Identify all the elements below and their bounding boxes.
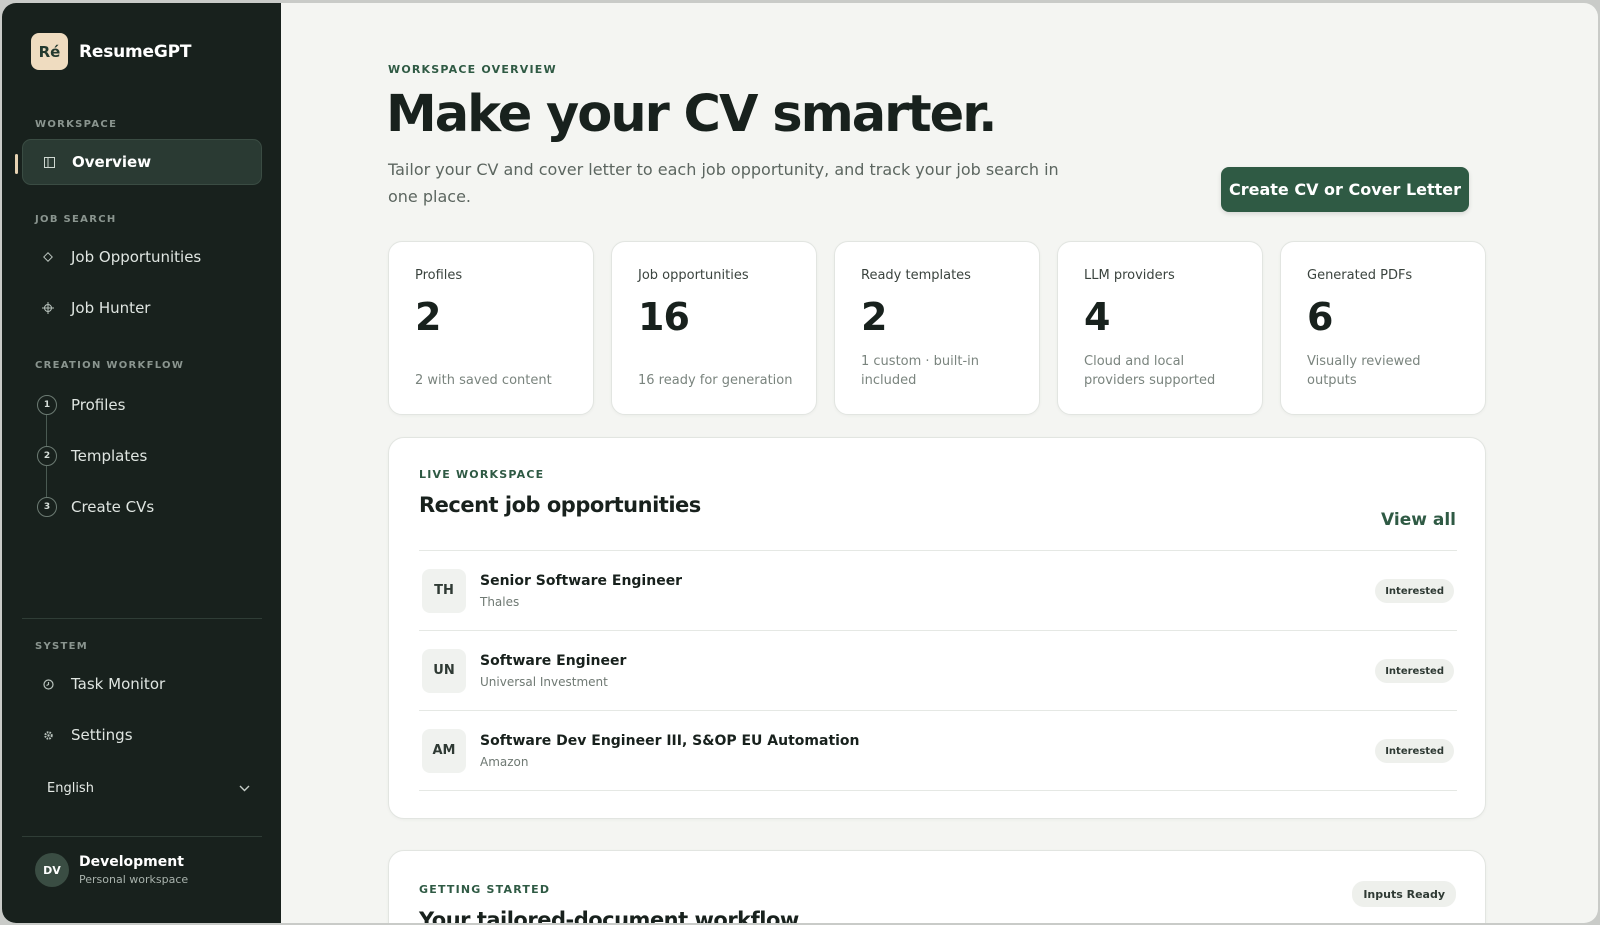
- stat-label: Generated PDFs: [1307, 268, 1413, 283]
- sidebar-item-job-hunter[interactable]: Job Hunter: [22, 285, 262, 331]
- recent-jobs-card: LIVE WORKSPACE Recent job opportunities …: [388, 437, 1486, 819]
- card-eyebrow: LIVE WORKSPACE: [419, 468, 545, 481]
- sidebar-item-label: Settings: [71, 726, 133, 744]
- app-name: ResumeGPT: [79, 41, 192, 62]
- language-select[interactable]: English: [22, 773, 262, 803]
- view-all-link[interactable]: View all: [1381, 510, 1456, 530]
- brand[interactable]: Ré ResumeGPT: [31, 33, 191, 70]
- stat-value: 2: [861, 295, 887, 339]
- job-row[interactable]: AM Software Dev Engineer III, S&OP EU Au…: [419, 711, 1457, 791]
- user-name: Development: [79, 854, 184, 870]
- hero-eyebrow: WORKSPACE OVERVIEW: [388, 63, 557, 76]
- job-list: TH Senior Software Engineer Thales Inter…: [419, 550, 1457, 791]
- stat-note: Cloud and local providers supported: [1084, 354, 1216, 388]
- stat-note: 16 ready for generation: [638, 373, 793, 388]
- step-badge: 1: [37, 395, 57, 415]
- sidebar-divider: [22, 836, 262, 837]
- user-workspace: Personal workspace: [79, 873, 189, 886]
- job-company: Amazon: [480, 754, 529, 769]
- status-badge: Interested: [1375, 579, 1454, 603]
- stat-note: Visually reviewed outputs: [1307, 354, 1421, 388]
- language-value: English: [47, 780, 94, 796]
- job-row[interactable]: UN Software Engineer Universal Investmen…: [419, 631, 1457, 711]
- stat-label: Profiles: [415, 268, 463, 283]
- stat-label: Job opportunities: [638, 268, 749, 283]
- stat-label: LLM providers: [1084, 268, 1175, 283]
- sidebar-item-label: Profiles: [71, 396, 126, 414]
- gear-icon: [41, 730, 55, 741]
- stat-value: 4: [1084, 295, 1110, 339]
- stat-value: 2: [415, 295, 441, 339]
- sidebar-item-templates[interactable]: 2 Templates: [22, 433, 262, 479]
- crosshair-icon: [41, 302, 55, 314]
- sidebar-item-settings[interactable]: Settings: [22, 712, 262, 758]
- sidebar-item-label: Templates: [71, 447, 148, 465]
- stat-card-generated-pdfs[interactable]: Generated PDFs 6 Visually reviewed outpu…: [1280, 241, 1486, 415]
- section-label-system: SYSTEM: [35, 641, 89, 652]
- stat-card-ready-templates[interactable]: Ready templates 2 1 custom · built-in in…: [834, 241, 1040, 415]
- sidebar-item-job-opportunities[interactable]: Job Opportunities: [22, 234, 262, 280]
- app-logo: Ré: [31, 33, 68, 70]
- sidebar-divider: [22, 618, 262, 619]
- card-title: Your tailored-document workflow: [419, 908, 799, 923]
- sidebar-item-label: Task Monitor: [71, 675, 166, 693]
- app-window: Ré ResumeGPT WORKSPACE Overview JOB SEAR…: [2, 3, 1598, 923]
- sidebar-item-label: Overview: [72, 153, 152, 171]
- stat-card-job-opportunities[interactable]: Job opportunities 16 16 ready for genera…: [611, 241, 817, 415]
- job-title: Senior Software Engineer: [480, 572, 683, 589]
- panel-icon: [42, 156, 56, 168]
- section-label-creation-workflow: CREATION WORKFLOW: [35, 360, 185, 371]
- job-title: Software Engineer: [480, 652, 627, 669]
- page-title: Make your CV smarter.: [386, 85, 997, 144]
- job-company: Universal Investment: [480, 674, 608, 689]
- stat-value: 6: [1307, 295, 1333, 339]
- sidebar-item-task-monitor[interactable]: Task Monitor: [22, 661, 262, 707]
- section-label-job-search: JOB SEARCH: [35, 214, 117, 225]
- stat-card-llm-providers[interactable]: LLM providers 4 Cloud and local provider…: [1057, 241, 1263, 415]
- step-badge: 3: [37, 497, 57, 517]
- stats-row: Profiles 2 2 with saved content Job oppo…: [388, 241, 1486, 415]
- stat-label: Ready templates: [861, 268, 971, 283]
- card-title: Recent job opportunities: [419, 493, 701, 517]
- stat-note: 2 with saved content: [415, 373, 552, 388]
- status-badge: Interested: [1375, 659, 1454, 683]
- sidebar-item-create-cvs[interactable]: 3 Create CVs: [22, 484, 262, 530]
- user-account[interactable]: DV Development Personal workspace: [35, 853, 188, 887]
- create-cv-button[interactable]: Create CV or Cover Letter: [1221, 167, 1469, 212]
- clock-icon: [41, 678, 55, 690]
- sidebar-item-profiles[interactable]: 1 Profiles: [22, 382, 262, 428]
- sidebar-item-label: Job Opportunities: [71, 248, 202, 266]
- main-content: WORKSPACE OVERVIEW Make your CV smarter.…: [281, 3, 1598, 923]
- company-avatar: TH: [422, 568, 466, 613]
- sidebar-item-label: Create CVs: [71, 498, 155, 516]
- stat-note: 1 custom · built-in included: [861, 354, 980, 388]
- active-indicator: [15, 154, 18, 174]
- job-row[interactable]: TH Senior Software Engineer Thales Inter…: [419, 551, 1457, 631]
- job-title: Software Dev Engineer III, S&OP EU Autom…: [480, 732, 860, 749]
- avatar: DV: [35, 853, 69, 887]
- company-avatar: UN: [422, 648, 466, 693]
- job-company: Thales: [480, 594, 520, 609]
- step-badge: 2: [37, 446, 57, 466]
- stat-card-profiles[interactable]: Profiles 2 2 with saved content: [388, 241, 594, 415]
- company-avatar: AM: [422, 728, 466, 773]
- sidebar-item-label: Job Hunter: [71, 299, 151, 317]
- sidebar: Ré ResumeGPT WORKSPACE Overview JOB SEAR…: [2, 3, 281, 923]
- card-eyebrow: GETTING STARTED: [419, 883, 551, 896]
- status-badge: Interested: [1375, 739, 1454, 763]
- sidebar-item-overview[interactable]: Overview: [22, 139, 262, 185]
- page-subtitle: Tailor your CV and cover letter to each …: [388, 160, 1059, 206]
- status-badge: Inputs Ready: [1352, 881, 1456, 907]
- getting-started-card: GETTING STARTED Inputs Ready Your tailor…: [388, 850, 1486, 923]
- diamond-icon: [41, 252, 55, 262]
- stat-value: 16: [638, 295, 690, 339]
- chevron-down-icon: [239, 781, 250, 795]
- section-label-workspace: WORKSPACE: [35, 119, 118, 130]
